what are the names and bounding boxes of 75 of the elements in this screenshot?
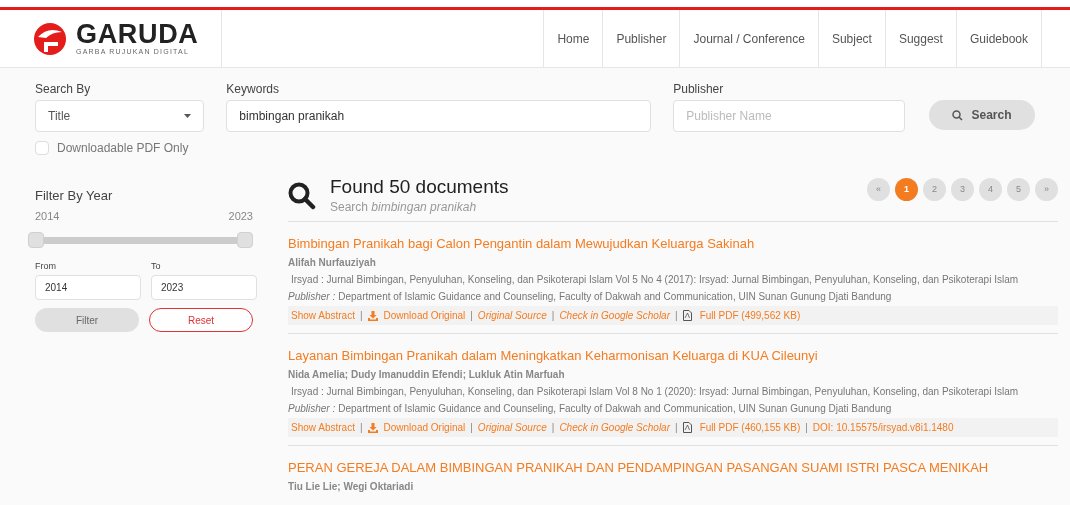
page-button[interactable]: 4 [979,178,1002,201]
checkbox-label: Downloadable PDF Only [57,140,189,157]
search-by-dropdown[interactable]: Title [35,100,205,132]
separator: | [675,421,678,435]
pdf-link[interactable]: Full PDF (499,562 KB) [682,308,801,323]
result-authors: Alifah Nurfauziyah [288,256,377,270]
search-query-text: Search bimbingan pranikah [330,199,478,216]
keywords-field[interactable]: bimbingan pranikah [226,100,652,132]
nav-link[interactable]: Home [544,10,604,67]
field-label: Search By [35,81,92,98]
separator: | [359,309,363,323]
publisher-label: Publisher : [288,290,336,304]
result-title-link[interactable]: PERAN GEREJA DALAM BIMBINGAN PRANIKAH DAN PENDAMPINGAN PASANGAN SUAMI ISTRI PASCA MENIKAH [288,459,1058,477]
result-authors: Tiu Lie Lie; Wegi Oktariadi [288,480,415,494]
result-title-link[interactable]: Layanan Bimbingan Pranikah dalam Meningkatkan Keharmonisan Keluarga di KUA Cileunyi [288,347,1058,365]
publisher-name: Department of Islamic Guidance and Counseling, Faculty of Dakwah and Communication, UIN Sunan Gunung Djati Bandung [338,402,892,416]
year-label: 2023 [228,209,253,224]
result-link[interactable]: Check in Google Scholar [559,308,670,323]
result-link[interactable]: Show Abstract [291,308,355,323]
separator: | [551,421,555,435]
result-source: Irsyad : Jurnal Bimbingan, Penyuluhan, Konseling, dan Psikoterapi Islam Vol 8 No 1 (2020): Irsyad: Jurnal Bimbingan, Penyuluhan, Konseling, dan Psikoterapi Islam [290,385,1020,399]
result-link[interactable]: Original Source [477,308,547,323]
caret-icon [184,114,192,118]
pdf-file-icon [682,422,692,433]
publisher-name: Department of Islamic Guidance and Counseling, Faculty of Dakwah and Communication, UIN Sunan Gunung Djati Bandung [338,290,892,304]
separator: | [675,309,678,323]
field-label: From [35,260,57,273]
page-button[interactable]: 3 [951,178,974,201]
result-link[interactable]: Check in Google Scholar [559,420,670,435]
result-authors: Nida Amelia; Dudy Imanuddin Efendi; Lukluk Atin Marfuah [288,368,566,382]
page-button[interactable]: » [1035,178,1058,201]
search-icon [952,109,964,121]
separator: | [805,421,808,435]
page-button[interactable]: 1 [895,178,918,201]
page-button[interactable]: « [867,178,890,201]
result-link[interactable]: Original Source [477,420,547,435]
result-title-link[interactable]: Bimbingan Pranikah bagi Calon Pengantin dalam Mewujudkan Keluarga Sakinah [288,235,1058,253]
separator: | [551,309,555,323]
nav-link[interactable]: Publisher [603,10,681,67]
download-link[interactable]: Download Original [367,420,466,435]
slider-handle[interactable] [28,232,44,248]
result-link[interactable]: Show Abstract [291,420,355,435]
reset-button[interactable]: Reset [149,308,253,332]
separator: | [470,421,473,435]
nav-link[interactable]: Subject [818,10,886,67]
nav-link[interactable]: Journal / Conference [680,10,819,67]
search-button[interactable]: Search [929,100,1035,130]
page-button[interactable]: 2 [923,178,946,201]
nav-link[interactable]: Guidebook [956,10,1042,67]
nav-link[interactable]: Suggest [885,10,957,67]
field-label: Keywords [226,81,281,98]
year-label: 2014 [35,209,60,224]
field-label: To [151,260,162,273]
result-link[interactable]: DOI: 10.15575/irsyad.v8i1.1480 [812,420,954,435]
publisher-field[interactable]: Publisher Name [673,100,905,132]
from-year-field[interactable]: 2014 [35,275,141,300]
checkbox[interactable] [35,141,49,155]
page-button[interactable]: 5 [1007,178,1030,201]
pdf-file-icon [682,310,692,321]
separator: | [470,309,473,323]
pdf-link[interactable]: Full PDF (460,155 KB) [682,420,801,435]
to-year-field[interactable]: 2023 [151,275,257,300]
download-icon [367,310,378,321]
slider-handle[interactable] [237,232,253,248]
result-source: Irsyad : Jurnal Bimbingan, Penyuluhan, Konseling, dan Psikoterapi Islam Vol 5 No 4 (2017): Irsyad: Jurnal Bimbingan, Penyuluhan, Konseling, dan Psikoterapi Islam [290,273,1020,287]
filter-button[interactable]: Filter [35,308,139,332]
filter-heading: Filter By Year [35,187,114,205]
logo-wordmark: GARUDA [76,21,199,47]
publisher-label: Publisher : [288,402,336,416]
results-count: Found 50 documents [330,176,509,198]
search-icon [288,182,316,210]
download-icon [367,422,378,433]
separator: | [359,421,363,435]
field-label: Publisher [673,81,725,98]
download-link[interactable]: Download Original [367,308,466,323]
